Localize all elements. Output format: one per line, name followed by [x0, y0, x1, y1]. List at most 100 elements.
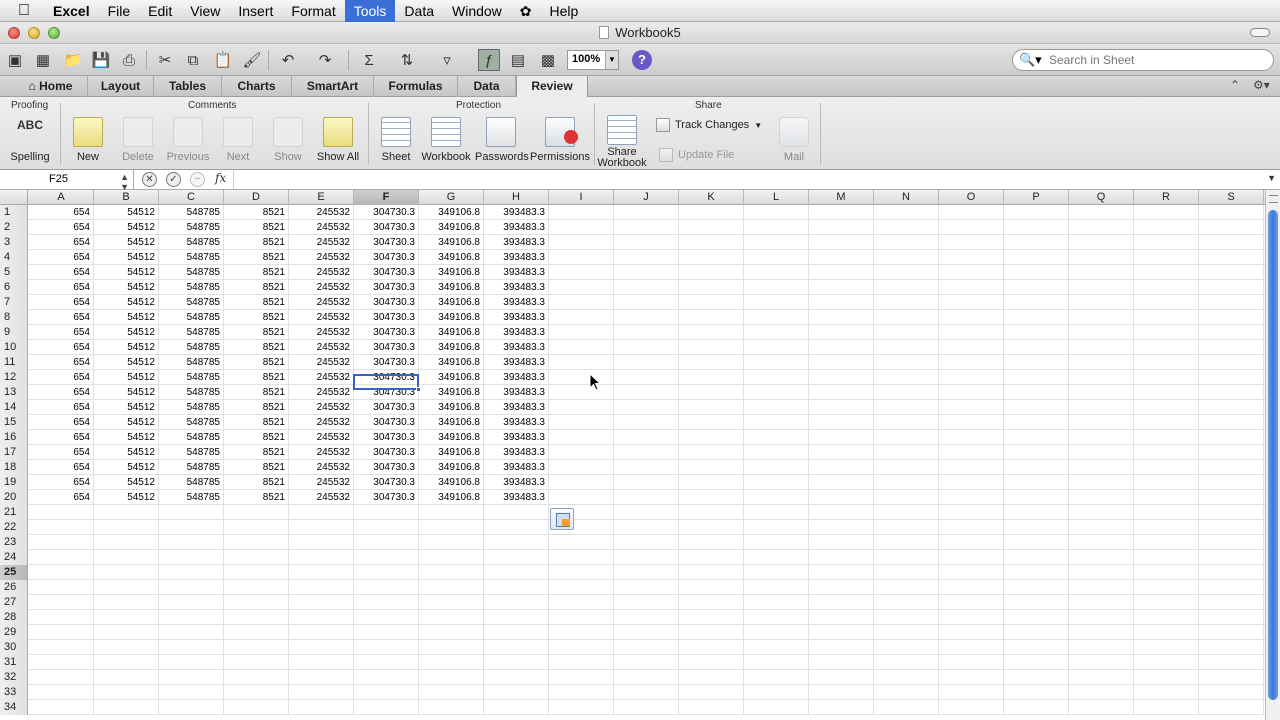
cell-f11[interactable]: 304730.3 [354, 355, 419, 370]
cell-f6[interactable]: 304730.3 [354, 280, 419, 295]
tab-charts[interactable]: Charts [222, 76, 292, 97]
cell-o25[interactable] [939, 565, 1004, 580]
cell-o11[interactable] [939, 355, 1004, 370]
cell-b23[interactable] [94, 535, 159, 550]
cell-j16[interactable] [614, 430, 679, 445]
cell-r24[interactable] [1134, 550, 1199, 565]
row-header[interactable]: 7 [0, 295, 28, 310]
cell-j22[interactable] [614, 520, 679, 535]
cell-n34[interactable] [874, 700, 939, 715]
previous-comment-button[interactable]: Previous [164, 117, 212, 163]
cell-n22[interactable] [874, 520, 939, 535]
cell-n5[interactable] [874, 265, 939, 280]
new-workbook-icon[interactable]: ▣ [4, 49, 26, 71]
cell-n27[interactable] [874, 595, 939, 610]
cell-c6[interactable]: 548785 [159, 280, 224, 295]
cell-g16[interactable]: 349106.8 [419, 430, 484, 445]
cell-f30[interactable] [354, 640, 419, 655]
cell-o5[interactable] [939, 265, 1004, 280]
ribbon-settings-icon[interactable]: ⚙▾ [1253, 78, 1270, 92]
cell-c4[interactable]: 548785 [159, 250, 224, 265]
cell-b34[interactable] [94, 700, 159, 715]
save-icon[interactable]: 💾 [90, 49, 112, 71]
paste-options-icon[interactable] [550, 508, 574, 530]
cell-c13[interactable]: 548785 [159, 385, 224, 400]
cell-q21[interactable] [1069, 505, 1134, 520]
cell-s4[interactable] [1199, 250, 1264, 265]
cell-l19[interactable] [744, 475, 809, 490]
cell-m2[interactable] [809, 220, 874, 235]
column-header-d[interactable]: D [224, 190, 289, 205]
cell-m17[interactable] [809, 445, 874, 460]
cell-o21[interactable] [939, 505, 1004, 520]
cell-h20[interactable]: 393483.3 [484, 490, 549, 505]
cell-e10[interactable]: 245532 [289, 340, 354, 355]
cell-k3[interactable] [679, 235, 744, 250]
cell-l17[interactable] [744, 445, 809, 460]
cell-c15[interactable]: 548785 [159, 415, 224, 430]
cell-a14[interactable]: 654 [29, 400, 94, 415]
cell-p33[interactable] [1004, 685, 1069, 700]
menu-edit[interactable]: Edit [139, 0, 181, 22]
redo-icon[interactable]: ↷ [314, 49, 336, 71]
cell-f28[interactable] [354, 610, 419, 625]
cell-b13[interactable]: 54512 [94, 385, 159, 400]
cell-i10[interactable] [549, 340, 614, 355]
cell-s23[interactable] [1199, 535, 1264, 550]
cell-l8[interactable] [744, 310, 809, 325]
cell-n3[interactable] [874, 235, 939, 250]
cell-q5[interactable] [1069, 265, 1134, 280]
script-menu-icon[interactable]: ✿ [511, 0, 541, 22]
cell-k34[interactable] [679, 700, 744, 715]
cell-s11[interactable] [1199, 355, 1264, 370]
cell-g1[interactable]: 349106.8 [419, 205, 484, 220]
cell-i34[interactable] [549, 700, 614, 715]
cell-c3[interactable]: 548785 [159, 235, 224, 250]
cell-e29[interactable] [289, 625, 354, 640]
cell-o28[interactable] [939, 610, 1004, 625]
cell-f10[interactable]: 304730.3 [354, 340, 419, 355]
cell-r13[interactable] [1134, 385, 1199, 400]
cell-s18[interactable] [1199, 460, 1264, 475]
cell-s19[interactable] [1199, 475, 1264, 490]
cell-j32[interactable] [614, 670, 679, 685]
cell-n12[interactable] [874, 370, 939, 385]
cell-d23[interactable] [224, 535, 289, 550]
cell-q20[interactable] [1069, 490, 1134, 505]
cell-a12[interactable]: 654 [29, 370, 94, 385]
cell-m19[interactable] [809, 475, 874, 490]
cell-g25[interactable] [419, 565, 484, 580]
column-header-f[interactable]: F [354, 190, 419, 205]
cell-o24[interactable] [939, 550, 1004, 565]
cell-e5[interactable]: 245532 [289, 265, 354, 280]
cell-h22[interactable] [484, 520, 549, 535]
cell-p6[interactable] [1004, 280, 1069, 295]
delete-comment-button[interactable]: Delete [116, 117, 160, 163]
cell-r32[interactable] [1134, 670, 1199, 685]
row-header[interactable]: 21 [0, 505, 28, 520]
cell-p18[interactable] [1004, 460, 1069, 475]
cell-r20[interactable] [1134, 490, 1199, 505]
cell-q2[interactable] [1069, 220, 1134, 235]
cell-b31[interactable] [94, 655, 159, 670]
cell-e20[interactable]: 245532 [289, 490, 354, 505]
format-painter-icon[interactable]: 🖌 [241, 49, 263, 71]
cell-c1[interactable]: 548785 [159, 205, 224, 220]
update-file-button[interactable]: Update File [659, 148, 734, 162]
permissions-button[interactable]: Permissions [530, 117, 590, 163]
cell-b5[interactable]: 54512 [94, 265, 159, 280]
cell-l4[interactable] [744, 250, 809, 265]
cell-i1[interactable] [549, 205, 614, 220]
column-header-l[interactable]: L [744, 190, 809, 205]
cell-s3[interactable] [1199, 235, 1264, 250]
cell-h26[interactable] [484, 580, 549, 595]
cell-e1[interactable]: 245532 [289, 205, 354, 220]
cell-j2[interactable] [614, 220, 679, 235]
cell-p26[interactable] [1004, 580, 1069, 595]
cell-j23[interactable] [614, 535, 679, 550]
cell-g9[interactable]: 349106.8 [419, 325, 484, 340]
cell-p1[interactable] [1004, 205, 1069, 220]
cell-m34[interactable] [809, 700, 874, 715]
cell-m6[interactable] [809, 280, 874, 295]
cell-d21[interactable] [224, 505, 289, 520]
